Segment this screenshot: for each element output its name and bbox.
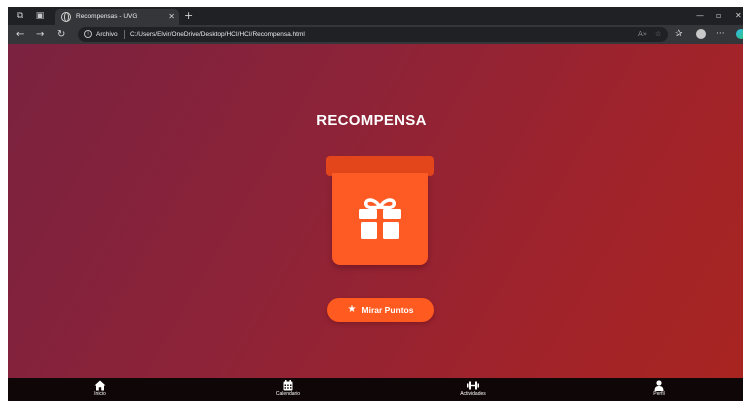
forward-arrow-icon[interactable]: → xyxy=(36,28,44,41)
globe-icon xyxy=(61,12,71,22)
view-points-button[interactable]: ★ Mirar Puntos xyxy=(327,298,434,322)
reward-gift-box xyxy=(326,156,434,266)
nav-item-perfil[interactable]: Perfil xyxy=(619,379,699,401)
read-aloud-icon[interactable]: A» xyxy=(638,29,647,40)
gift-body xyxy=(332,173,428,265)
browser-toolbar: ← → ↻ i Archivo C:/Users/Elvir/OneDrive/… xyxy=(8,25,743,44)
nav-label-calendario: Calendario xyxy=(275,391,301,397)
close-tab-icon[interactable]: ✕ xyxy=(168,11,175,23)
browser-window: ⧉ ▣ Recompensas - UVG ✕ + — ▫ ✕ ← → ↻ i … xyxy=(8,7,743,401)
info-icon[interactable]: i xyxy=(84,30,92,38)
profile-avatar-icon[interactable] xyxy=(696,29,706,39)
tab-bar: ⧉ ▣ Recompensas - UVG ✕ + — ▫ ✕ xyxy=(8,7,743,25)
more-menu-icon[interactable]: ··· xyxy=(716,28,725,41)
address-url[interactable]: C:/Users/Elvir/OneDrive/Desktop/HCI/HCI/… xyxy=(130,29,305,40)
tab-title: Recompensas - UVG xyxy=(76,13,138,20)
page-title: RECOMPENSA xyxy=(316,112,427,129)
reload-icon[interactable]: ↻ xyxy=(57,28,65,41)
new-tab-button[interactable]: + xyxy=(184,9,193,23)
back-arrow-icon[interactable]: ← xyxy=(16,28,24,41)
nav-label-perfil: Perfil xyxy=(653,391,665,397)
tab-recompensas[interactable]: Recompensas - UVG ✕ xyxy=(55,9,179,25)
nav-label-actividades: Actividades xyxy=(460,391,486,397)
bottom-navigation: Inicio Calendario Actividades Perfil xyxy=(8,378,743,401)
dumbbell-icon xyxy=(467,381,479,390)
address-separator xyxy=(124,30,125,39)
favorites-icon[interactable]: ✰ xyxy=(675,28,683,41)
minimize-button[interactable]: — xyxy=(696,10,704,22)
edge-copilot-icon[interactable] xyxy=(736,29,743,39)
calendar-icon xyxy=(283,380,293,391)
maximize-button[interactable]: ▫ xyxy=(716,10,721,22)
home-icon xyxy=(94,380,106,391)
workspaces-icon[interactable]: ⧉ xyxy=(14,10,26,22)
close-window-button[interactable]: ✕ xyxy=(735,10,742,22)
nav-item-actividades[interactable]: Actividades xyxy=(433,379,513,401)
user-icon xyxy=(654,380,664,391)
address-bar[interactable]: i Archivo C:/Users/Elvir/OneDrive/Deskto… xyxy=(78,27,668,42)
star-icon: ★ xyxy=(347,304,357,315)
nav-label-inicio: Inicio xyxy=(94,391,106,397)
view-points-label: Mirar Puntos xyxy=(361,305,414,315)
favorite-star-icon[interactable]: ☆ xyxy=(655,29,661,40)
tab-actions-icon[interactable]: ▣ xyxy=(34,10,46,22)
address-scheme: Archivo xyxy=(96,31,118,38)
page-viewport: RECOMPENSA ★ Mirar Puntos Inicio Calenda… xyxy=(8,44,743,401)
nav-item-inicio[interactable]: Inicio xyxy=(60,379,140,401)
gift-icon xyxy=(359,198,401,239)
nav-item-calendario[interactable]: Calendario xyxy=(248,379,328,401)
